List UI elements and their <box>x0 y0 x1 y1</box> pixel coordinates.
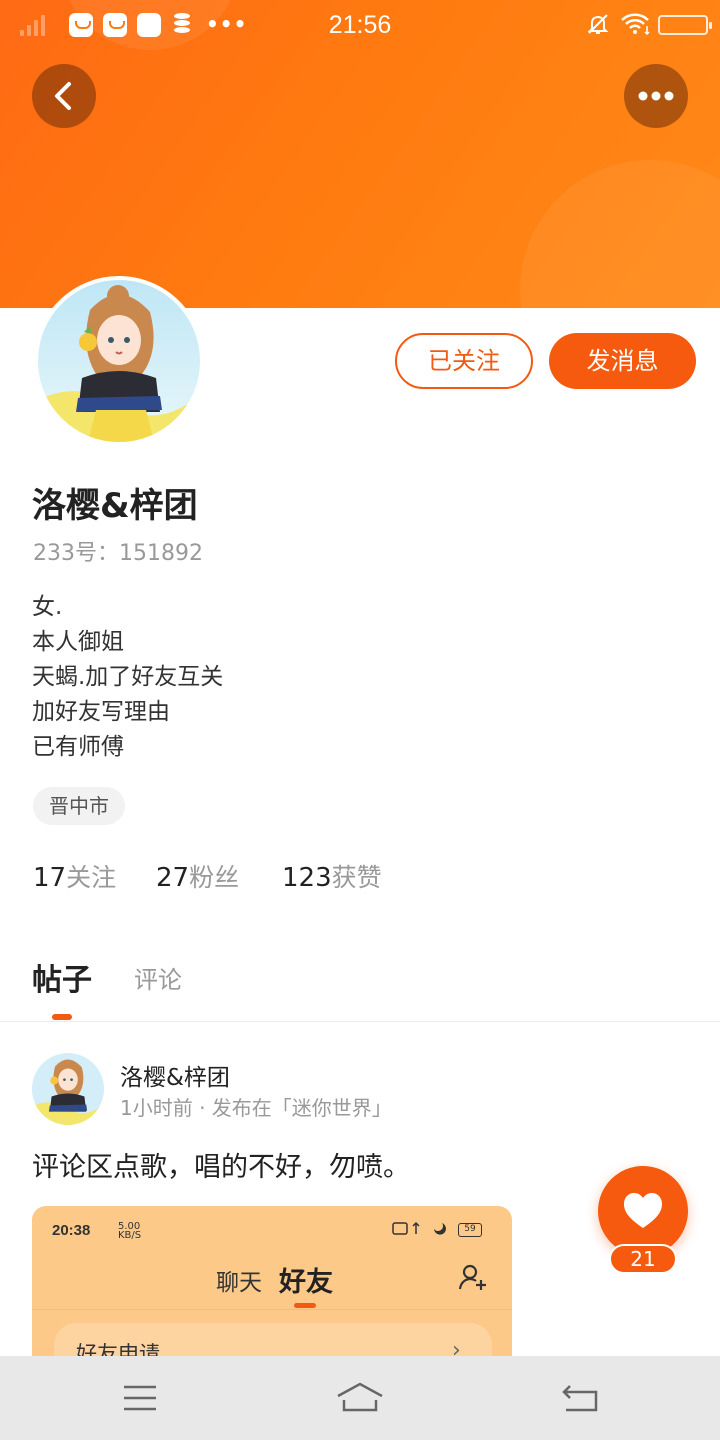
image-clock: 20:38 <box>52 1222 91 1239</box>
avatar[interactable] <box>34 276 204 446</box>
chevron-left-icon <box>55 82 71 110</box>
home-icon[interactable] <box>332 1372 388 1424</box>
tab-indicator <box>52 1014 72 1020</box>
wifi-icon <box>621 13 650 36</box>
cast-icon <box>392 1221 446 1235</box>
tab-comments[interactable]: 评论 <box>134 960 182 995</box>
image-tab-friends: 好友 <box>279 1267 333 1298</box>
avatar-illustration <box>38 280 200 442</box>
image-speed-unit: KB/S <box>118 1230 142 1241</box>
following-count: 17 <box>33 863 67 893</box>
send-message-button[interactable]: 发消息 <box>549 333 696 389</box>
back-button[interactable] <box>32 64 96 128</box>
bio-line: 本人御姐 <box>32 629 124 655</box>
like-button[interactable] <box>598 1166 688 1256</box>
add-user-icon <box>458 1264 486 1290</box>
post-author-avatar[interactable] <box>32 1053 104 1125</box>
system-navigation-bar <box>0 1356 720 1440</box>
followers-label: 粉丝 <box>189 863 240 892</box>
back-nav-icon[interactable] <box>552 1372 608 1424</box>
followers-count: 27 <box>156 863 190 893</box>
image-network-speed: 5.00 KB/S <box>118 1222 142 1241</box>
divider <box>0 1021 720 1022</box>
bio-line: 加好友写理由 <box>32 699 170 725</box>
battery-icon <box>658 15 712 35</box>
image-tab-chat: 聊天 <box>216 1270 262 1296</box>
post-image[interactable]: 20:38 5.00 KB/S 59 聊天 好友 好友申请 › <box>32 1206 512 1366</box>
more-dots-icon <box>638 91 674 101</box>
bio-line: 已有师傅 <box>32 734 124 760</box>
following-stat[interactable]: 17关注 <box>33 858 116 894</box>
post-text[interactable]: 评论区点歌，唱的不好，勿喷。 <box>32 1145 410 1184</box>
image-status-icons <box>392 1220 452 1242</box>
user-id: 233号：151892 <box>33 541 203 566</box>
followed-button[interactable]: 已关注 <box>395 333 533 389</box>
clock: 21:56 <box>328 11 392 39</box>
banner-decoration <box>520 160 720 308</box>
image-battery: 59 <box>458 1223 482 1237</box>
post-author-name[interactable]: 洛樱&梓团 <box>120 1058 230 1092</box>
menu-icon[interactable] <box>112 1372 168 1424</box>
bio-line: 天蝎.加了好友互关 <box>32 664 224 690</box>
profile-bio: 女. 本人御姐 天蝎.加了好友互关 加好友写理由 已有师傅 <box>32 590 223 765</box>
mute-bell-icon <box>587 14 609 34</box>
likes-label: 获赞 <box>331 863 382 892</box>
likes-stat[interactable]: 123获赞 <box>282 858 382 894</box>
post-meta: 1小时前 · 发布在「迷你世界」 <box>120 1096 392 1120</box>
location-tag: 晋中市 <box>33 787 125 825</box>
avatar-illustration <box>32 1053 104 1125</box>
status-bar: ••• 21:56 <box>0 0 720 52</box>
bio-line: 女. <box>32 594 63 620</box>
image-divider <box>32 1309 512 1310</box>
image-tab-indicator <box>294 1303 316 1308</box>
tab-posts[interactable]: 帖子 <box>32 955 92 999</box>
profile-name: 洛樱&梓团 <box>32 486 198 526</box>
followers-stat[interactable]: 27粉丝 <box>156 858 239 894</box>
likes-count: 123 <box>282 863 332 893</box>
following-label: 关注 <box>66 863 117 892</box>
heart-icon <box>624 1193 662 1228</box>
more-options-button[interactable] <box>624 64 688 128</box>
like-count: 21 <box>609 1244 677 1274</box>
